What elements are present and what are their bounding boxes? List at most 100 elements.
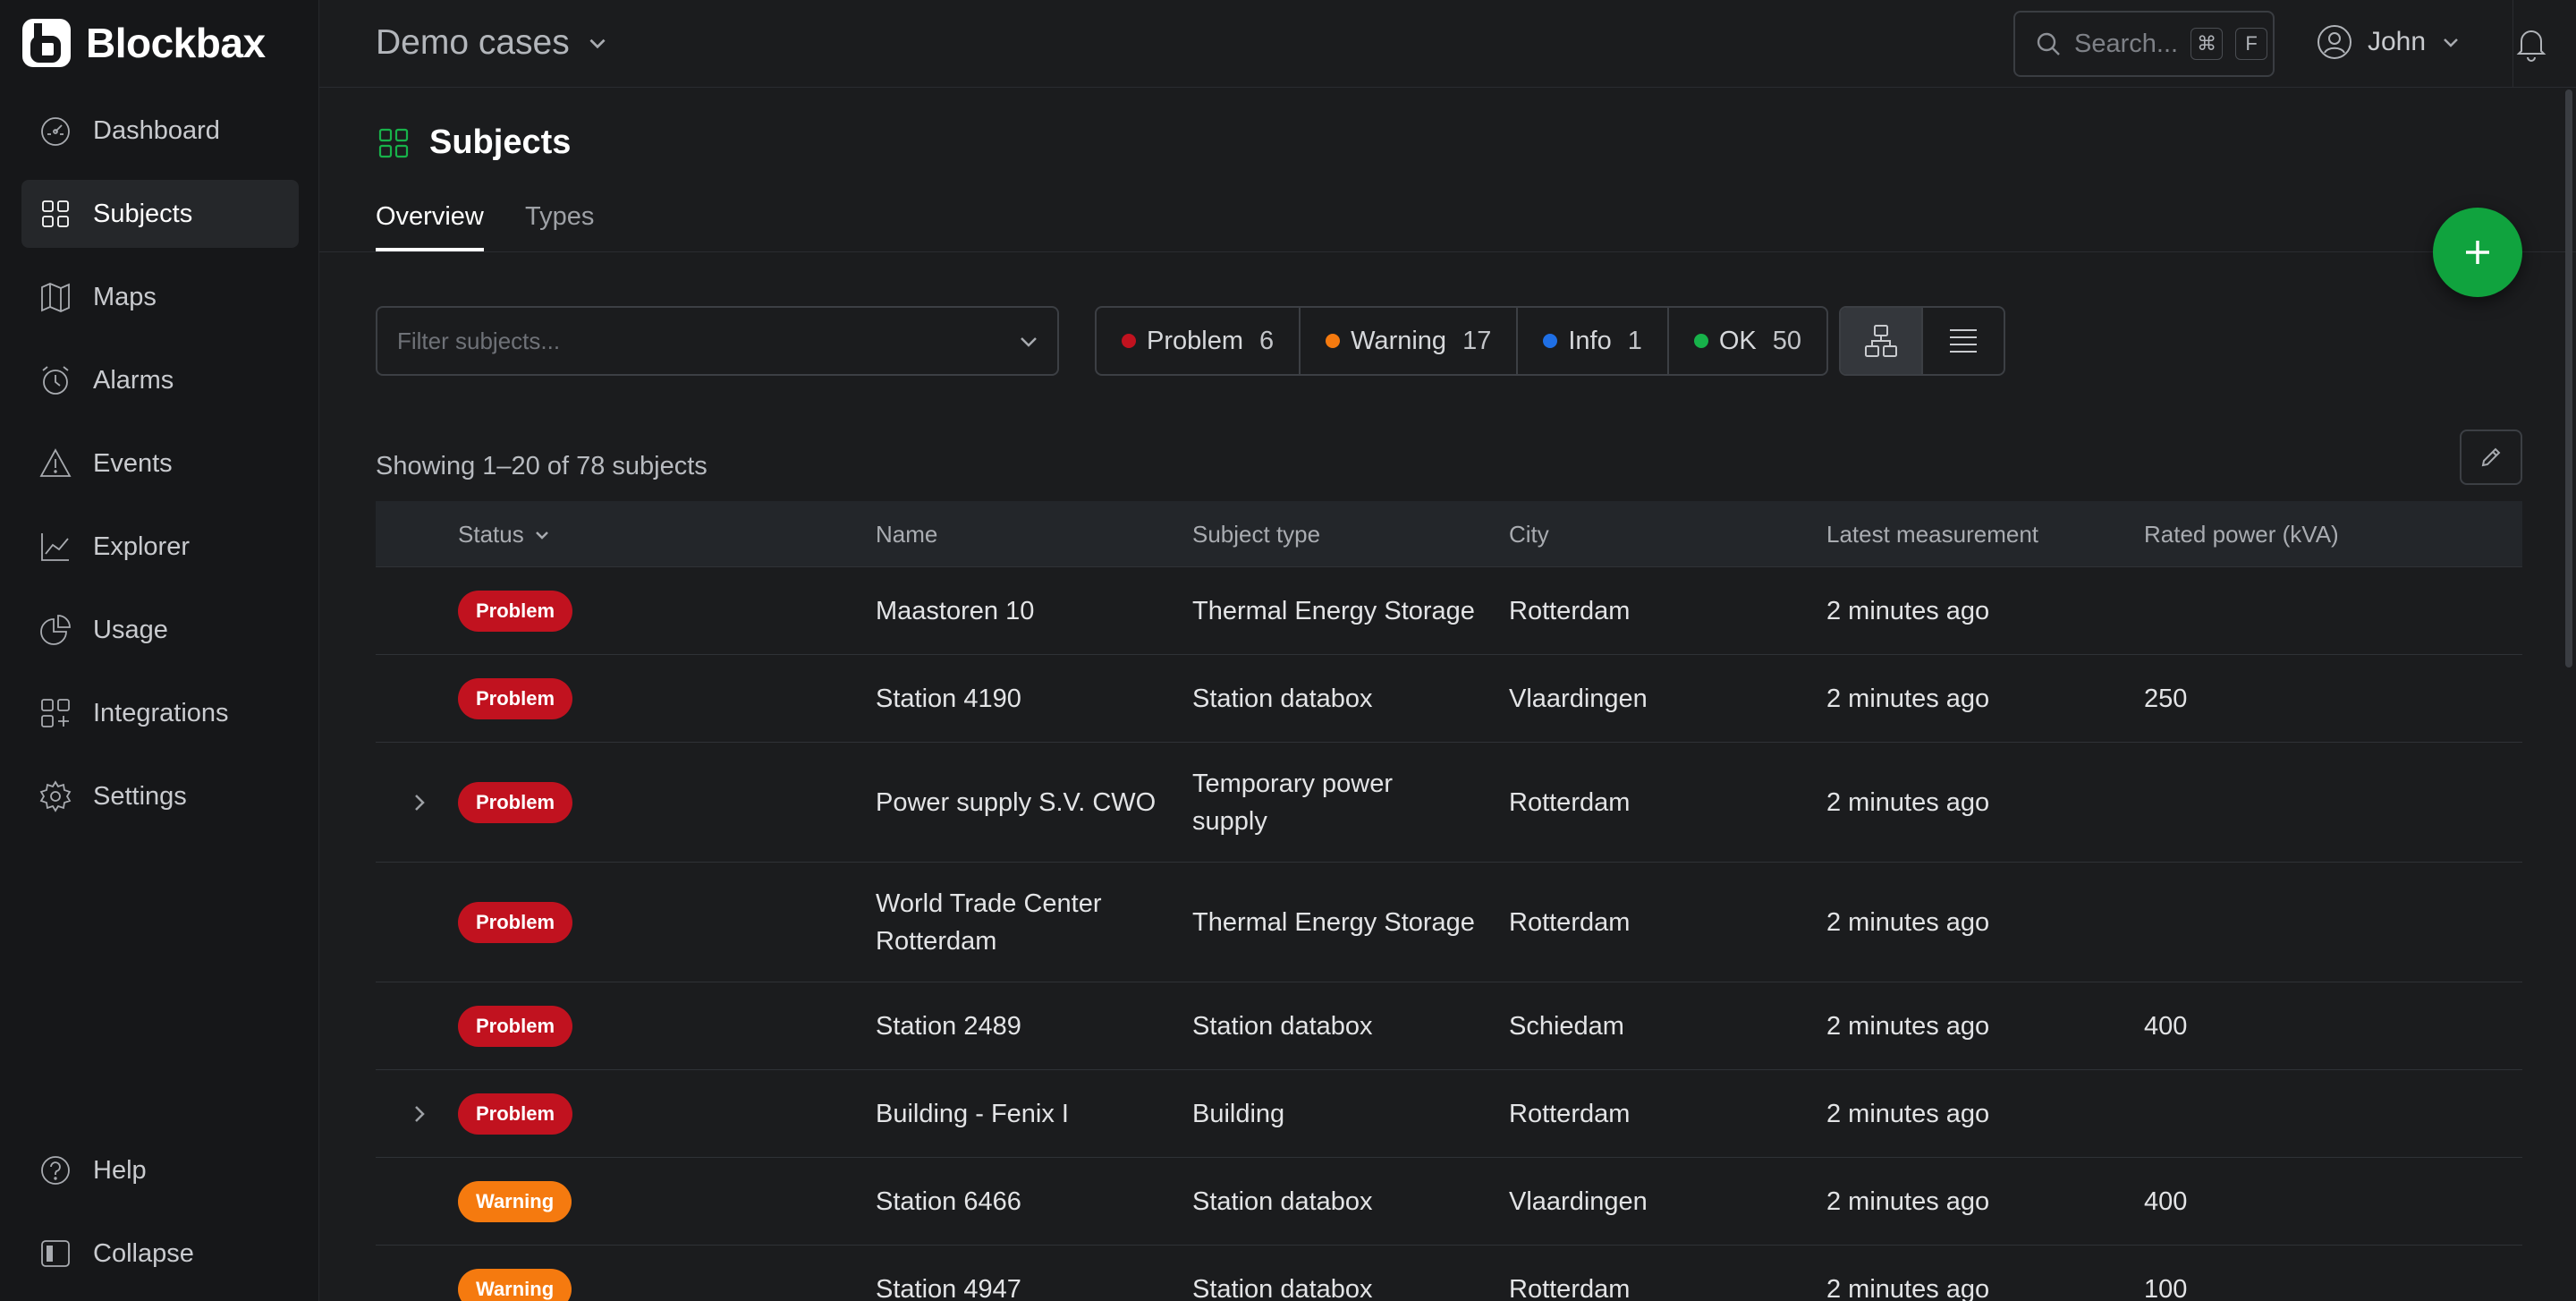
cell-city: Rotterdam (1509, 597, 1631, 625)
sidebar-item-label: Dashboard (93, 115, 220, 145)
brand-name: Blockbax (86, 20, 266, 66)
sidebar-item-usage[interactable]: Usage (21, 596, 299, 664)
cell-name[interactable]: Station 2489 (876, 1008, 1021, 1045)
cell-name[interactable]: Power supply S.V. CWO (876, 784, 1156, 821)
column-header-subject-type[interactable]: Subject type (1192, 521, 1320, 548)
cell-name[interactable]: World Trade Center (876, 885, 1102, 923)
table-header: Status Name Subject type City Latest mea… (376, 501, 2522, 567)
cell-name[interactable]: Station 6466 (876, 1183, 1021, 1220)
cell-rated-power: 100 (2144, 1275, 2188, 1301)
page-scrollbar[interactable] (2565, 89, 2572, 668)
sidebar-item-label: Maps (93, 282, 157, 311)
sidebar-item-help[interactable]: Help (21, 1136, 299, 1204)
cell-rated-power: 400 (2144, 1012, 2188, 1041)
table-row[interactable]: Problem Station 2489 Station databox Sch… (376, 982, 2522, 1070)
chevron-down-icon (2444, 38, 2458, 47)
status-filter-warning[interactable]: Warning 17 (1301, 308, 1519, 374)
table-row[interactable]: Warning Station 4947 Station databox Rot… (376, 1246, 2522, 1301)
search-placeholder: Search... (2074, 29, 2179, 58)
tabs: Overview Types (319, 188, 2576, 252)
filter-subjects-input[interactable]: Filter subjects... (376, 306, 1059, 376)
sidebar-item-events[interactable]: Events (21, 429, 299, 497)
tab-types[interactable]: Types (525, 202, 594, 248)
status-filter-info[interactable]: Info 1 (1518, 308, 1669, 374)
cell-rated-power: 250 (2144, 685, 2188, 713)
pie-chart-icon (40, 615, 71, 645)
line-chart-icon (41, 533, 69, 561)
help-icon (41, 1156, 70, 1185)
cell-city: Vlaardingen (1509, 1187, 1648, 1216)
cell-name[interactable]: Building - Fenix I (876, 1095, 1069, 1133)
sidebar-item-label: Alarms (93, 365, 174, 395)
sidebar: Blockbax Dashboard Subjects Maps Alarms … (0, 0, 319, 1301)
plus-icon (2466, 241, 2489, 264)
hierarchy-icon (1865, 325, 1897, 357)
chevron-down-icon (589, 38, 606, 49)
user-menu[interactable]: John (2316, 23, 2462, 61)
table-row[interactable]: Problem Building - Fenix I Building Rott… (376, 1070, 2522, 1158)
chevron-right-icon[interactable] (408, 1102, 431, 1126)
notifications-bell-icon[interactable] (2512, 23, 2551, 63)
status-badge: Problem (458, 591, 573, 632)
sidebar-item-collapse[interactable]: Collapse (21, 1220, 299, 1288)
table-row[interactable]: Problem World Trade Center Rotterdam The… (376, 863, 2522, 982)
sidebar-item-label: Collapse (93, 1238, 194, 1268)
list-view-button[interactable] (1923, 308, 2004, 374)
status-badge: Problem (458, 1093, 573, 1135)
sidebar-item-explorer[interactable]: Explorer (21, 513, 299, 581)
chevron-right-icon[interactable] (408, 791, 431, 814)
cell-latest-measurement: 2 minutes ago (1826, 788, 1990, 817)
cell-name[interactable]: Maastoren 10 (876, 592, 1034, 630)
add-subject-button[interactable] (2433, 208, 2522, 297)
search-input[interactable]: Search... ⌘ F (2013, 11, 2275, 77)
table-row[interactable]: Problem Power supply S.V. CWO Temporary … (376, 743, 2522, 863)
status-badge: Problem (458, 902, 573, 943)
column-header-status[interactable]: Status (458, 521, 551, 548)
table-row[interactable]: Warning Station 6466 Station databox Vla… (376, 1158, 2522, 1246)
sidebar-item-alarms[interactable]: Alarms (21, 346, 299, 414)
status-dot (1122, 334, 1136, 348)
cell-city: Vlaardingen (1509, 685, 1648, 713)
column-header-name[interactable]: Name (876, 521, 937, 548)
hierarchy-view-button[interactable] (1841, 308, 1923, 374)
gear-icon (39, 780, 72, 812)
column-header-label: Status (458, 521, 524, 548)
column-header-latest-measurement[interactable]: Latest measurement (1826, 521, 2038, 548)
sidebar-item-subjects[interactable]: Subjects (21, 180, 299, 248)
cell-name[interactable]: Station 4190 (876, 680, 1021, 718)
edit-columns-button[interactable] (2460, 429, 2522, 485)
sidebar-bottom: Help Collapse (21, 1136, 299, 1301)
table-row[interactable]: Problem Maastoren 10 Thermal Energy Stor… (376, 567, 2522, 655)
status-dot (1326, 334, 1341, 348)
status-label: OK (1718, 326, 1757, 355)
status-filter-ok[interactable]: OK 50 (1669, 308, 1826, 374)
column-header-city[interactable]: City (1509, 521, 1549, 548)
cell-name[interactable]: Station 4947 (876, 1271, 1021, 1301)
sidebar-item-integrations[interactable]: Integrations (21, 679, 299, 747)
sidebar-item-dashboard[interactable]: Dashboard (21, 97, 299, 165)
tab-overview[interactable]: Overview (376, 202, 484, 251)
cell-city: Rotterdam (1509, 1100, 1631, 1128)
column-header-rated-power[interactable]: Rated power (kVA) (2144, 521, 2339, 548)
subjects-table: Status Name Subject type City Latest mea… (376, 501, 2522, 1301)
dashboard-icon (41, 117, 70, 146)
status-filter-problem[interactable]: Problem 6 (1097, 308, 1301, 374)
cell-name-line2[interactable]: Rotterdam (876, 923, 996, 960)
sidebar-item-label: Events (93, 448, 173, 478)
search-icon (2037, 32, 2060, 55)
table-row[interactable]: Problem Station 4190 Station databox Vla… (376, 655, 2522, 743)
chevron-down-icon (1021, 337, 1037, 347)
status-label: Info (1568, 326, 1612, 355)
cell-subject-type: Station databox (1192, 1012, 1373, 1041)
sidebar-item-settings[interactable]: Settings (21, 762, 299, 830)
brand[interactable]: Blockbax (20, 16, 266, 70)
cell-subject-type: Building (1192, 1100, 1285, 1128)
cell-city: Rotterdam (1509, 908, 1631, 937)
cell-subject-type: Temporary power (1192, 770, 1394, 798)
workspace-selector[interactable]: Demo cases (376, 23, 609, 63)
pencil-icon (2481, 447, 2501, 467)
integrations-icon (41, 699, 70, 727)
sidebar-item-maps[interactable]: Maps (21, 263, 299, 331)
results-summary: Showing 1–20 of 78 subjects (376, 452, 708, 480)
filter-placeholder: Filter subjects... (397, 327, 561, 354)
